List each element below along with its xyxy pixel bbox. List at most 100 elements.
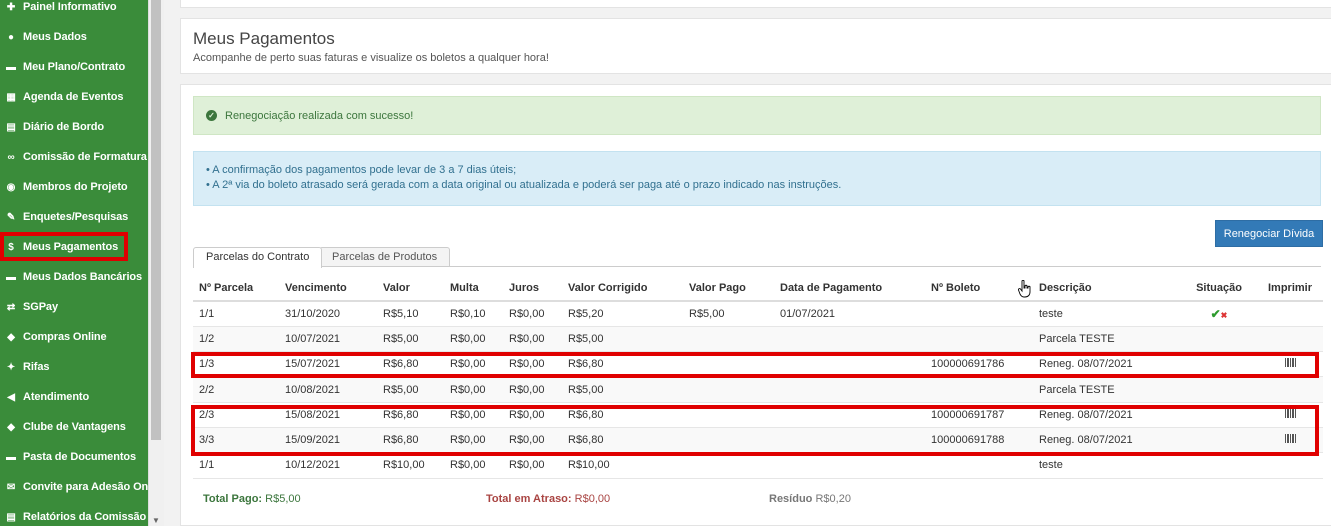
table-row: 1/2 10/07/2021 R$5,00 R$0,00 R$0,00 R$5,00 Par…: [193, 326, 1323, 353]
cell-multa: R$0,10: [444, 301, 503, 327]
total-late-label: Total em Atraso:: [486, 493, 572, 505]
cell-valor: R$6,80: [377, 351, 444, 378]
report-icon: ▤: [6, 511, 16, 523]
col-header: Valor Pago: [683, 276, 774, 302]
sidebar-item[interactable]: ● Meus Dados: [0, 22, 148, 52]
col-header: Multa: [444, 276, 503, 302]
sidebar-item-label: Meus Dados Bancários: [23, 271, 143, 283]
barcode-icon[interactable]: [1284, 358, 1296, 368]
cart-icon: ◆: [7, 331, 15, 343]
cell-corrigido: R$6,80: [562, 402, 683, 428]
total-paid-label: Total Pago:: [203, 493, 263, 505]
sidebar-item-label: SGPay: [23, 301, 58, 313]
sidebar-item[interactable]: ∞ Comissão de Formatura: [0, 142, 148, 172]
sidebar-item[interactable]: ▬ Meus Dados Bancários: [0, 262, 148, 292]
sidebar-item[interactable]: ▬ Pasta de Documentos: [0, 442, 148, 472]
cell-parcela: 1/3: [193, 351, 279, 378]
tab-contract-installments[interactable]: Parcelas do Contrato: [193, 247, 323, 268]
cell-imprimir: [1257, 301, 1323, 327]
cell-data-pagamento: [774, 351, 925, 378]
cell-situacao: [1181, 427, 1257, 454]
cell-pago: [683, 402, 774, 428]
sidebar-item[interactable]: ✦ Rifas: [0, 352, 148, 382]
cell-juros: R$0,00: [503, 452, 562, 479]
cell-juros: R$0,00: [503, 351, 562, 378]
sidebar-item[interactable]: ▦ Agenda de Eventos: [0, 82, 148, 112]
sidebar-item-label: Relatórios da Comissão: [23, 511, 147, 523]
cell-imprimir: [1257, 326, 1323, 353]
sidebar-item-label: Meu Plano/Contrato: [23, 61, 126, 73]
sidebar-item-label: Membros do Projeto: [23, 181, 128, 193]
table-row: 3/3 15/09/2021 R$6,80 R$0,00 R$0,00 R$6,80 100…: [193, 427, 1323, 454]
sidebar-item[interactable]: $ Meus Pagamentos: [0, 232, 148, 262]
check-circle-icon: ✓: [206, 110, 217, 121]
col-header: Situação: [1181, 276, 1257, 302]
cell-descricao: teste: [1033, 301, 1181, 327]
cell-data-pagamento: [774, 452, 925, 479]
cell-vencimento: 10/07/2021: [279, 326, 377, 353]
installments-table: Nº Parcela Vencimento Valor Multa Juros …: [193, 276, 1323, 479]
cell-valor: R$6,80: [377, 427, 444, 454]
sidebar-item-label: Painel Informativo: [23, 1, 117, 13]
hand-cursor-icon: [1018, 280, 1031, 298]
cell-juros: R$0,00: [503, 301, 562, 327]
link-icon: ∞: [7, 151, 15, 163]
sidebar-item[interactable]: ◆ Compras Online: [0, 322, 148, 352]
residue-value: R$0,20: [815, 493, 851, 505]
barcode-icon[interactable]: [1284, 434, 1296, 444]
scroll-down-arrow-icon[interactable]: ▼: [150, 516, 162, 526]
col-header: Valor: [377, 276, 444, 302]
exchange-icon: ⇄: [6, 301, 16, 313]
renegotiate-debt-button[interactable]: Renegociar Dívida: [1215, 220, 1323, 247]
sidebar-item[interactable]: ✉ Convite para Adesão Online: [0, 472, 148, 502]
sidebar-item[interactable]: ✚ Painel Informativo: [0, 0, 148, 22]
sidebar-item[interactable]: ▤ Diário de Bordo: [0, 112, 148, 142]
bank-icon: ▬: [6, 271, 16, 283]
total-late-value: R$0,00: [574, 493, 611, 505]
sidebar-item-label: Enquetes/Pesquisas: [23, 211, 129, 223]
cell-data-pagamento: [774, 427, 925, 454]
cell-valor: R$5,10: [377, 301, 444, 327]
page-subtitle: Acompanhe de perto suas faturas e visual…: [193, 52, 549, 64]
total-paid-value: R$5,00: [265, 493, 301, 505]
cell-juros: R$0,00: [503, 376, 562, 403]
sidebar-item[interactable]: ▤ Relatórios da Comissão: [0, 502, 148, 526]
sidebar-item-label: Meus Pagamentos: [23, 241, 119, 253]
cell-data-pagamento: [774, 402, 925, 428]
cell-corrigido: R$5,20: [562, 301, 683, 327]
barcode-icon[interactable]: [1284, 408, 1296, 418]
tab-product-installments[interactable]: Parcelas de Produtos: [319, 247, 451, 267]
col-header: Imprimir: [1257, 276, 1323, 302]
cell-situacao: [1181, 452, 1257, 479]
sidebar-item[interactable]: ◀ Atendimento: [0, 382, 148, 412]
folder-icon: ▬: [6, 61, 16, 73]
sidebar-item-label: Pasta de Documentos: [23, 451, 137, 463]
sidebar-item[interactable]: ✎ Enquetes/Pesquisas: [0, 202, 148, 232]
total-late: Total em Atraso: R$0,00: [486, 493, 610, 505]
paid-check-icon: ✔✖: [1210, 306, 1228, 321]
sidebar-scrollbar-thumb[interactable]: [151, 0, 161, 440]
sidebar-item[interactable]: ▬ Meu Plano/Contrato: [0, 52, 148, 82]
cell-parcela: 1/1: [193, 301, 279, 327]
cell-parcela: 1/1: [193, 452, 279, 479]
ticket-icon: ✦: [6, 361, 16, 373]
cell-data-pagamento: [774, 376, 925, 403]
cell-descricao: Parcela TESTE: [1033, 326, 1181, 353]
cell-multa: R$0,00: [444, 351, 503, 378]
cell-imprimir: [1257, 452, 1323, 479]
col-header: Data de Pagamento: [774, 276, 925, 302]
calendar-icon: ▦: [6, 91, 16, 103]
cell-imprimir: [1257, 376, 1323, 403]
sidebar-item-label: Comissão de Formatura: [23, 151, 147, 163]
cell-boleto: [925, 452, 1033, 479]
sidebar-item[interactable]: ⇄ SGPay: [0, 292, 148, 322]
cell-situacao: [1181, 326, 1257, 353]
success-alert: ✓ Renegociação realizada com sucesso!: [193, 96, 1321, 135]
cell-pago: R$5,00: [683, 301, 774, 327]
sidebar-item[interactable]: ◉ Membros do Projeto: [0, 172, 148, 202]
residue: Resíduo R$0,20: [769, 493, 851, 505]
sidebar-item-label: Compras Online: [23, 331, 107, 343]
cell-valor: R$10,00: [377, 452, 444, 479]
sidebar-item[interactable]: ◆ Clube de Vantagens: [0, 412, 148, 442]
success-alert-text: Renegociação realizada com sucesso!: [225, 109, 414, 122]
